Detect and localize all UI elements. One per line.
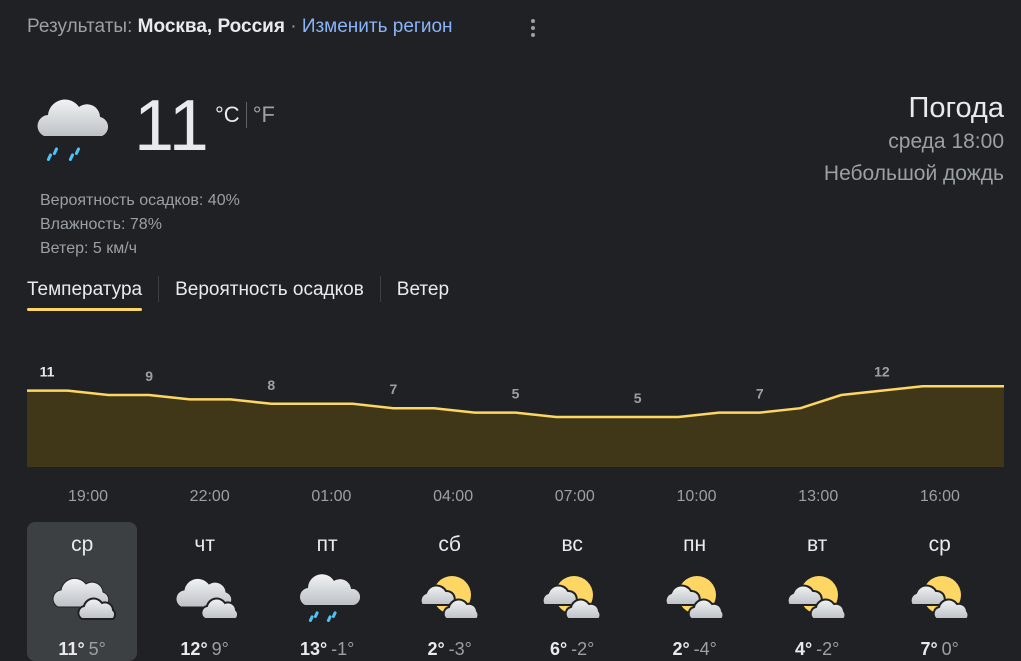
day-temps: 12° 9° — [180, 639, 228, 660]
day-temps: 2° -4° — [672, 639, 716, 660]
tab-precipitation[interactable]: Вероятность осадков — [175, 276, 364, 311]
day-card[interactable]: вт 4° -2° — [762, 522, 872, 661]
location-line: Результаты: Москва, Россия · Изменить ре… — [27, 16, 453, 38]
day-name: сб — [438, 533, 461, 556]
sun-cloud-icon — [906, 567, 974, 631]
separator-dot: · — [290, 16, 297, 37]
partly-cloudy-icon — [171, 567, 239, 631]
rain-cloud-icon — [293, 567, 361, 631]
day-low: 0° — [941, 639, 959, 659]
day-low: 5° — [88, 639, 106, 659]
time-tick-label: 13:00 — [798, 488, 838, 505]
weather-summary: Погода среда 18:00 Небольшой дождь — [824, 90, 1004, 190]
day-low: -3° — [448, 639, 472, 659]
day-high: 12° — [180, 639, 208, 659]
current-temperature: 11 — [134, 86, 209, 166]
day-card[interactable]: ср 11° 5° — [27, 522, 138, 661]
daily-forecast: ср 11° 5° чт 12° 9° пт 13° -1° сб 2° -3° вс 6° -2° пн 2°… — [27, 522, 1007, 661]
precipitation-chance: Вероятность осадков: 40% — [40, 192, 240, 209]
temperature-label: 7 — [756, 386, 764, 402]
day-high: 6° — [549, 639, 568, 659]
day-high: 7° — [920, 639, 938, 659]
day-low: 9° — [211, 639, 229, 659]
unit-fahrenheit[interactable]: °F — [253, 102, 275, 128]
weather-title: Погода — [908, 92, 1004, 124]
current-datetime: среда 18:00 — [888, 130, 1004, 153]
sun-cloud-icon — [783, 567, 851, 631]
day-temps: 6° -2° — [550, 639, 594, 660]
day-name: вт — [806, 533, 828, 556]
day-name: ср — [928, 533, 951, 556]
humidity: Влажность: 78% — [40, 216, 162, 233]
day-card[interactable]: чт 12° 9° — [150, 522, 260, 661]
temperature-chart: 11 9 8 7 5 5 7 12 19:00 22:00 01:00 04:00 07:00 10:00… — [27, 364, 1004, 505]
day-name: пт — [316, 533, 338, 556]
day-card[interactable]: ср 7° 0° — [885, 522, 995, 661]
chart-tabs: Температура Вероятность осадков Ветер — [27, 276, 449, 318]
temperature-label: 5 — [512, 386, 520, 402]
day-high: 2° — [672, 639, 690, 659]
day-card[interactable]: пт 13° -1° — [272, 522, 382, 661]
day-high: 2° — [427, 639, 445, 659]
temperature-label: 8 — [267, 377, 275, 393]
more-options-icon[interactable] — [522, 14, 544, 42]
sun-cloud-icon — [416, 567, 484, 631]
time-tick-label: 16:00 — [920, 488, 960, 505]
day-high: 11° — [58, 639, 85, 659]
time-tick-label: 04:00 — [433, 488, 473, 505]
day-temps: 11° 5° — [58, 639, 105, 660]
time-tick-label: 01:00 — [311, 488, 351, 505]
current-condition: Небольшой дождь — [823, 162, 1004, 185]
tab-wind[interactable]: Ветер — [397, 276, 449, 311]
day-card[interactable]: пн 2° -4° — [640, 522, 750, 661]
sun-cloud-icon — [538, 567, 606, 631]
day-temps: 7° 0° — [920, 639, 958, 660]
day-name: чт — [194, 533, 215, 556]
temperature-label: 9 — [145, 368, 153, 384]
temperature-label: 7 — [390, 381, 398, 397]
current-details: Вероятность осадков: 40% Влажность: 78% … — [40, 189, 240, 261]
temperature-label: 5 — [634, 390, 642, 406]
location-name: Москва, Россия — [137, 16, 285, 37]
tab-divider — [158, 276, 160, 302]
day-card[interactable]: вс 6° -2° — [517, 522, 627, 661]
partly-cloudy-icon — [48, 567, 117, 631]
tab-divider — [379, 276, 381, 302]
change-region-link[interactable]: Изменить регион — [302, 16, 453, 37]
time-tick-label: 07:00 — [555, 488, 595, 505]
time-tick-label: 19:00 — [68, 488, 108, 505]
weather-widget: Результаты: Москва, Россия · Изменить ре… — [0, 0, 1021, 661]
results-prefix: Результаты: — [27, 16, 133, 37]
day-high: 13° — [299, 639, 328, 659]
unit-switcher: °C °F — [215, 102, 275, 128]
temperature-label: 11 — [40, 364, 55, 380]
day-name: пн — [683, 533, 707, 556]
day-low: -4° — [693, 639, 717, 659]
day-high: 4° — [794, 639, 813, 659]
day-name: вс — [561, 533, 583, 556]
rain-cloud-icon — [30, 90, 114, 170]
day-temps: 4° -2° — [795, 639, 839, 660]
day-low: -1° — [331, 639, 355, 659]
day-temps: 13° -1° — [300, 639, 354, 660]
day-temps: 2° -3° — [427, 639, 471, 660]
wind-speed: Ветер: 5 км/ч — [40, 240, 137, 257]
day-low: -2° — [816, 639, 840, 659]
day-low: -2° — [571, 639, 595, 659]
day-card[interactable]: сб 2° -3° — [395, 522, 505, 661]
day-name: ср — [71, 533, 94, 556]
sun-cloud-icon — [661, 567, 729, 631]
temperature-label: 12 — [874, 364, 890, 380]
unit-divider — [245, 102, 247, 128]
time-tick-label: 22:00 — [190, 488, 230, 505]
unit-celsius[interactable]: °C — [215, 102, 240, 128]
time-tick-label: 10:00 — [676, 488, 716, 505]
tab-temperature[interactable]: Температура — [27, 276, 143, 311]
